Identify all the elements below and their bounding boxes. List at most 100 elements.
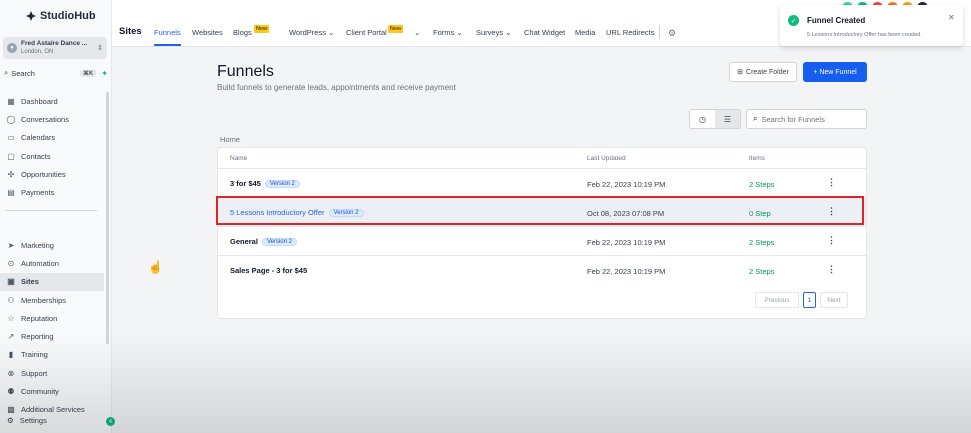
- sidebar-item-label: Additional Services: [21, 405, 85, 415]
- automation-icon: ⊙: [7, 258, 15, 268]
- tab-wordpress[interactable]: WordPress ⌄: [289, 28, 334, 37]
- funnel-name[interactable]: Sales Page - 3 for $45: [230, 266, 307, 275]
- close-icon[interactable]: ✕: [948, 13, 955, 22]
- brand-name: StudioHub: [40, 10, 96, 22]
- steps-count: 2 Steps: [749, 267, 775, 276]
- create-folder-button[interactable]: ⊞ Create Folder: [729, 62, 797, 82]
- reporting-icon: ↗: [7, 332, 15, 342]
- chevron-updown-icon: ⇕: [97, 45, 103, 52]
- sidebar-item-payments[interactable]: ▤ Payments: [0, 183, 104, 201]
- page-title: Funnels: [217, 63, 274, 80]
- column-header-name: Name: [230, 155, 248, 162]
- pagination: Previous 1 Next: [755, 292, 848, 308]
- page-subtitle: Build funnels to generate leads, appoint…: [217, 83, 456, 92]
- tab-funnels[interactable]: Funnels: [154, 28, 181, 37]
- view-toggle: ◷ ☰: [689, 109, 741, 129]
- chevron-down-icon[interactable]: ⌄: [414, 28, 420, 37]
- page-number-button[interactable]: 1: [803, 292, 816, 308]
- funnel-search[interactable]: ⌕: [746, 109, 867, 129]
- table-row[interactable]: 5 Lessons Introductory Offer Version 2 Oc…: [216, 196, 866, 226]
- tab-label: WordPress: [289, 28, 326, 37]
- sidebar-item-label: Automation: [21, 258, 59, 268]
- tab-separator: [659, 25, 660, 39]
- list-view-icon[interactable]: ☰: [715, 110, 740, 128]
- more-vertical-icon[interactable]: ⋮: [827, 264, 836, 275]
- tab-surveys[interactable]: Surveys ⌄: [476, 28, 511, 37]
- toast-title: Funnel Created: [807, 16, 866, 25]
- sidebar-item-calendars[interactable]: ▭ Calendars: [0, 129, 104, 147]
- version-badge: Version 2: [264, 179, 300, 188]
- sidebar-item-conversations[interactable]: ◯ Conversations: [0, 110, 104, 128]
- more-vertical-icon[interactable]: ⋮: [827, 235, 836, 246]
- chevron-down-icon: ⌄: [456, 28, 463, 37]
- toast-message: 5 Lessons Introductory Offer has been cr…: [807, 32, 922, 38]
- sidebar-search[interactable]: ⌕ Search ⌘K ✦: [4, 67, 108, 79]
- search-input[interactable]: [761, 114, 852, 124]
- chevron-down-icon: ⌄: [328, 28, 335, 37]
- settings-label: Settings: [19, 416, 47, 425]
- sidebar-item-reputation[interactable]: ☆ Reputation: [0, 309, 104, 327]
- sidebar-search-label: Search: [11, 68, 35, 78]
- sidebar-item-label: Sites: [21, 277, 39, 287]
- steps-count: 2 Steps: [749, 238, 775, 247]
- sidebar-item-memberships[interactable]: ⚇ Memberships: [0, 291, 104, 309]
- steps-count: 2 Steps: [749, 180, 775, 189]
- memberships-icon: ⚇: [7, 295, 15, 305]
- account-location: London, ON: [21, 49, 54, 55]
- sidebar-item-label: Marketing: [21, 240, 54, 250]
- tab-client-portal[interactable]: Client Portal: [346, 28, 387, 37]
- table-row[interactable]: 3 for $45 Version 2 Feb 22, 2023 10:19 PM…: [218, 168, 866, 197]
- location-pin-icon: ●: [7, 43, 17, 53]
- sidebar-item-contacts[interactable]: ▢ Contacts: [0, 147, 104, 165]
- services-icon: ▩: [7, 405, 15, 415]
- tab-label: Surveys: [476, 28, 504, 37]
- breadcrumb[interactable]: Home: [220, 135, 240, 144]
- new-funnel-button[interactable]: + New Funnel: [803, 62, 867, 82]
- account-switcher[interactable]: ● Fred Astaire Dance ... London, ON ⇕: [3, 37, 107, 59]
- tab-url-redirects[interactable]: URL Redirects: [606, 28, 655, 37]
- calendar-icon: ▭: [7, 133, 15, 143]
- table-row[interactable]: General Version 2 Feb 22, 2023 10:19 PM 2…: [218, 226, 866, 255]
- brand-logo[interactable]: StudioHub: [26, 10, 96, 22]
- last-updated: Feb 22, 2023 10:19 PM: [587, 238, 666, 247]
- gear-icon[interactable]: ⚙: [668, 28, 676, 39]
- next-page-button[interactable]: Next: [820, 292, 848, 308]
- sidebar-item-label: Support: [21, 368, 48, 378]
- tab-blogs[interactable]: Blogs: [233, 28, 252, 37]
- logo-icon: [26, 11, 36, 21]
- last-updated: Feb 22, 2023 10:19 PM: [587, 180, 666, 189]
- sidebar-item-community[interactable]: ⚉ Community: [0, 382, 104, 400]
- sidebar-item-settings[interactable]: ⚙ Settings: [7, 416, 47, 425]
- sidebar-item-training[interactable]: ▮ Training: [0, 346, 104, 364]
- active-tab-indicator: [154, 44, 181, 46]
- sidebar-item-support[interactable]: ⊗ Support: [0, 364, 104, 382]
- check-circle-icon: ✓: [788, 15, 799, 26]
- chevron-down-icon: ⌄: [505, 28, 512, 37]
- column-header-updated: Last Updated: [587, 155, 626, 162]
- sidebar-item-reporting[interactable]: ↗ Reporting: [0, 327, 104, 345]
- tab-chat-widget[interactable]: Chat Widget: [524, 28, 565, 37]
- new-funnel-label: + New Funnel: [813, 68, 857, 76]
- sidebar-item-sites[interactable]: ▣ Sites: [0, 272, 104, 291]
- tab-websites[interactable]: Websites: [192, 28, 223, 37]
- more-vertical-icon[interactable]: ⋮: [827, 177, 836, 188]
- previous-page-button[interactable]: Previous: [755, 292, 799, 308]
- tab-media[interactable]: Media: [575, 28, 595, 37]
- sidebar-item-marketing[interactable]: ➤ Marketing: [0, 236, 104, 254]
- sidebar-item-label: Reputation: [21, 313, 58, 323]
- book-icon: ▮: [8, 350, 14, 360]
- ai-sparkle-icon[interactable]: ✦: [101, 69, 108, 78]
- sidebar-item-opportunities[interactable]: ✣ Opportunities: [0, 165, 104, 183]
- sidebar-scrollbar[interactable]: [106, 92, 109, 344]
- new-badge: New: [388, 25, 404, 33]
- sidebar-nav-primary: ▦ Dashboard ◯ Conversations ▭ Calendars ▢ Co…: [0, 92, 104, 202]
- clock-icon[interactable]: ◷: [690, 110, 715, 128]
- funnel-name[interactable]: 3 for $45: [230, 179, 261, 188]
- send-icon: ➤: [7, 240, 15, 250]
- tab-forms[interactable]: Forms ⌄: [433, 28, 463, 37]
- sidebar-item-dashboard[interactable]: ▦ Dashboard: [0, 92, 104, 110]
- funnel-name[interactable]: General: [230, 237, 258, 246]
- folder-plus-icon: ⊞: [737, 69, 744, 76]
- sidebar-item-automation[interactable]: ⊙ Automation: [0, 254, 104, 272]
- table-row[interactable]: Sales Page - 3 for $45 Feb 22, 2023 10:1…: [218, 255, 866, 284]
